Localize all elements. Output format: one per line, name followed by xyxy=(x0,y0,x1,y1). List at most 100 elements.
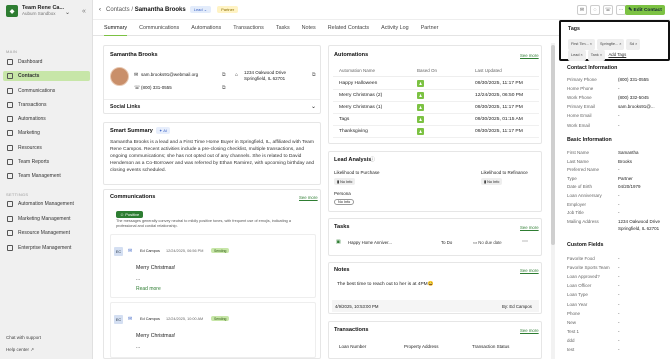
field-label: Loan Anniversary xyxy=(567,193,602,198)
scrollbar-thumb[interactable] xyxy=(551,45,555,245)
chat-with-support-link[interactable]: Chat with support xyxy=(6,335,41,340)
help-center-link[interactable]: Help center ↗ xyxy=(6,347,34,353)
field-value[interactable]: - xyxy=(618,274,620,279)
automation-row[interactable]: Thanksgiving ♟ 09/30/2025, 11:17 PM xyxy=(333,127,539,138)
copy-icon[interactable]: ⧉ xyxy=(222,85,226,91)
field-value[interactable]: - xyxy=(618,210,620,215)
task-name[interactable]: Happy Home Anniver... xyxy=(348,240,392,245)
sidebar-item-dashboard[interactable]: Dashboard xyxy=(3,57,90,67)
tag-chip[interactable]: Sd × xyxy=(626,39,641,50)
field-value[interactable]: - xyxy=(618,167,620,172)
field-value[interactable]: - xyxy=(618,113,620,118)
edit-contact-button[interactable]: ✎ Edit Contact xyxy=(625,5,665,15)
field-value[interactable]: - xyxy=(618,86,620,91)
tab-related-contacts[interactable]: Related Contacts xyxy=(328,24,369,36)
tab-partner[interactable]: Partner xyxy=(421,24,439,36)
more-icon[interactable]: ⋯ xyxy=(522,238,528,245)
sidebar-item-team-management[interactable]: Team Management xyxy=(3,171,90,181)
field-value[interactable]: sam.brooks91@... xyxy=(618,104,655,109)
contact-phone[interactable]: (800) 331-0555 xyxy=(141,85,172,90)
automation-row[interactable]: Tags ♟ 09/30/2025, 01:15 AM xyxy=(333,115,539,126)
field-value[interactable]: (800) 331-0555 xyxy=(618,77,649,82)
automation-row[interactable]: Happy Halloween ♟ 09/30/2025, 11:17 PM xyxy=(333,79,539,90)
tab-automations[interactable]: Automations xyxy=(191,24,221,36)
chat-icon[interactable]: ◌ xyxy=(590,5,600,15)
sidebar-item-marketing-management[interactable]: Marketing Management xyxy=(3,214,90,224)
social-links-toggle[interactable]: Social Links xyxy=(110,104,140,110)
tab-activity-log[interactable]: Activity Log xyxy=(381,24,409,36)
automations-see-more[interactable]: See more xyxy=(520,53,539,58)
info-icon[interactable]: ⓘ xyxy=(370,156,375,163)
field-value[interactable]: Partner xyxy=(618,176,633,181)
field-value[interactable]: - xyxy=(618,292,620,297)
tag-chip[interactable]: Springfie... × xyxy=(597,39,625,50)
ai-badge: ✦ AI xyxy=(156,127,171,134)
chevron-down-icon[interactable]: ⌄ xyxy=(65,9,70,16)
email-icon[interactable]: ✉ xyxy=(577,5,587,15)
field-label: Type xyxy=(567,175,577,181)
copy-icon[interactable]: ⧉ xyxy=(222,72,226,78)
message-body: ... xyxy=(136,276,141,282)
breadcrumb-contacts[interactable]: Contacts xyxy=(106,7,130,13)
sidebar-item-contacts[interactable]: Contacts xyxy=(3,71,90,81)
tag-chip[interactable]: Tank × xyxy=(587,50,606,61)
tab-tasks[interactable]: Tasks xyxy=(276,24,290,36)
transactions-see-more[interactable]: See more xyxy=(520,328,539,333)
tab-transactions[interactable]: Transactions xyxy=(233,24,264,36)
field-value[interactable]: - xyxy=(618,329,620,334)
sidebar-item-marketing[interactable]: Marketing xyxy=(3,128,90,138)
tasks-see-more[interactable]: See more xyxy=(520,225,539,230)
field-value[interactable]: - xyxy=(618,256,620,261)
field-label: Test 1 xyxy=(567,328,580,334)
field-value[interactable]: Samantha xyxy=(618,150,639,155)
field-value[interactable]: (800) 332-5045 xyxy=(618,95,649,100)
communications-see-more[interactable]: See more xyxy=(299,195,318,200)
field-value[interactable]: - xyxy=(618,193,620,198)
field-value[interactable]: - xyxy=(618,311,620,316)
field-value[interactable]: - xyxy=(618,202,620,207)
sidebar-item-team-reports[interactable]: Team Reports xyxy=(3,157,90,167)
field-value[interactable]: - xyxy=(618,320,620,325)
automation-row[interactable]: Merry Christmas (2) ♟ 12/24/2025, 06:50 PM xyxy=(333,91,539,102)
field-value[interactable]: - xyxy=(618,302,620,307)
communication-item[interactable]: EC ✉ Ed Campos 12/24/2025, 10:00 AM Send… xyxy=(110,302,316,358)
sidebar-item-resource-management[interactable]: Resource Management xyxy=(3,228,90,238)
sidebar-item-enterprise-management[interactable]: Enterprise Management xyxy=(3,243,90,253)
type-badge: Partner xyxy=(217,6,239,13)
phone-icon[interactable]: ☏ xyxy=(603,5,613,15)
back-arrow-icon[interactable]: ‹ xyxy=(99,7,101,13)
tab-notes[interactable]: Notes xyxy=(302,24,316,36)
tab-communications[interactable]: Communications xyxy=(139,24,179,36)
sidebar-item-resources[interactable]: Resources xyxy=(3,143,90,153)
status-badge[interactable]: Lead ⌄ xyxy=(189,6,212,13)
field-value[interactable]: - xyxy=(618,123,620,128)
contact-email[interactable]: sam.brooks91@webmail.org xyxy=(141,72,198,77)
add-tags-link[interactable]: Add Tags xyxy=(608,52,626,57)
task-icon: ▣ xyxy=(336,239,341,245)
field-value[interactable]: - xyxy=(618,265,620,270)
field-value[interactable]: - xyxy=(618,347,620,352)
contact-address[interactable]: 1234 Oakwood Drive Springfield, IL 62701 xyxy=(244,70,286,82)
collapse-sidebar-icon[interactable]: « xyxy=(82,8,86,15)
sidebar-item-transactions[interactable]: Transactions xyxy=(3,100,90,110)
field-value[interactable]: - xyxy=(618,338,620,343)
tag-chip[interactable]: First Tim... × xyxy=(568,39,595,50)
tab-summary[interactable]: Summary xyxy=(104,24,128,36)
scrollbar[interactable] xyxy=(551,43,555,359)
field-value[interactable]: 1234 Oakwood Drive xyxy=(618,219,660,224)
sidebar-item-communications[interactable]: Communications xyxy=(3,86,90,96)
sidebar-item-automation-management[interactable]: Automation Management xyxy=(3,199,90,209)
field-value[interactable]: Brooks xyxy=(618,159,632,164)
field-value[interactable]: - xyxy=(618,283,620,288)
copy-icon[interactable]: ⧉ xyxy=(312,72,316,78)
communication-item[interactable]: EC ✉ Ed Campos 12/24/2025, 06:56 PM Send… xyxy=(110,234,316,298)
marketing-icon xyxy=(7,130,13,136)
field-value[interactable]: 04/20/1979 xyxy=(618,184,641,189)
read-more-link[interactable]: Read more xyxy=(136,286,161,292)
team-switcher[interactable]: ◆ Team Rene Ca... Auburn Sandbox xyxy=(6,5,64,17)
sidebar-item-automations[interactable]: Automations xyxy=(3,114,90,124)
automation-row[interactable]: Merry Christmas (1) ♟ 09/30/2025, 11:17 PM xyxy=(333,103,539,114)
tag-chip[interactable]: Lead × xyxy=(568,50,586,61)
notes-see-more[interactable]: See more xyxy=(520,268,539,273)
chevron-down-icon[interactable]: ⌄ xyxy=(311,103,316,110)
